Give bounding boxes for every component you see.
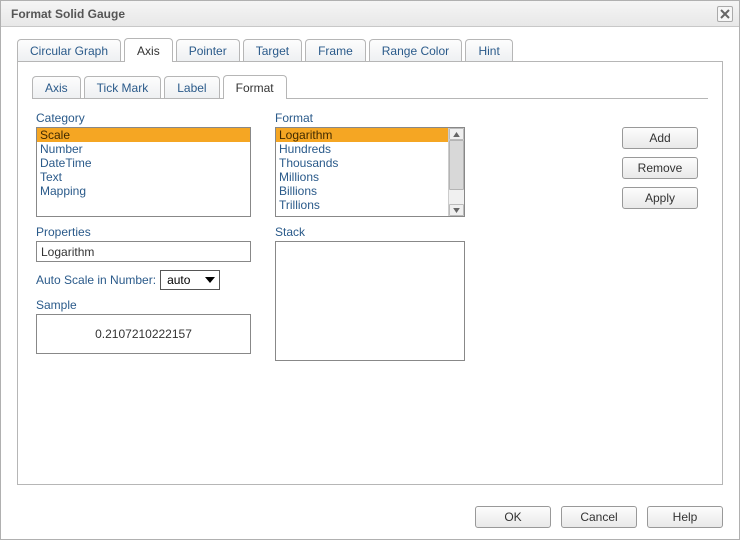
titlebar: Format Solid Gauge (1, 1, 739, 27)
format-item-billions[interactable]: Billions (276, 184, 448, 198)
cancel-button[interactable]: Cancel (561, 506, 637, 528)
category-item-datetime[interactable]: DateTime (37, 156, 250, 170)
format-item-thousands[interactable]: Thousands (276, 156, 448, 170)
category-listbox[interactable]: ScaleNumberDateTimeTextMapping (36, 127, 251, 217)
dialog-body: Circular GraphAxisPointerTargetFrameRang… (1, 27, 739, 495)
apply-button[interactable]: Apply (622, 187, 698, 209)
ok-button[interactable]: OK (475, 506, 551, 528)
format-item-trillions[interactable]: Trillions (276, 198, 448, 212)
tab-range-color[interactable]: Range Color (369, 39, 462, 61)
close-button[interactable] (717, 6, 733, 22)
tab-frame[interactable]: Frame (305, 39, 366, 61)
tab-target[interactable]: Target (243, 39, 302, 61)
scroll-up-button[interactable] (449, 128, 464, 140)
chevron-up-icon (453, 132, 460, 137)
format-item-logarithm[interactable]: Logarithm (276, 128, 448, 142)
chevron-down-icon (453, 208, 460, 213)
column-middle: Format LogarithmHundredsThousandsMillion… (275, 111, 465, 466)
category-item-number[interactable]: Number (37, 142, 250, 156)
stack-label: Stack (275, 225, 465, 239)
tab-circular-graph[interactable]: Circular Graph (17, 39, 121, 61)
format-item-millions[interactable]: Millions (276, 170, 448, 184)
dialog-footer: OK Cancel Help (1, 495, 739, 539)
close-icon (720, 9, 730, 19)
subtab-label[interactable]: Label (164, 76, 219, 98)
category-item-mapping[interactable]: Mapping (37, 184, 250, 198)
column-left: Category ScaleNumberDateTimeTextMapping … (36, 111, 251, 466)
properties-label: Properties (36, 225, 251, 239)
format-list-scrollbar[interactable] (448, 128, 464, 216)
remove-button[interactable]: Remove (622, 157, 698, 179)
subtab-tick-mark[interactable]: Tick Mark (84, 76, 162, 98)
scroll-down-button[interactable] (449, 204, 464, 216)
sample-label: Sample (36, 298, 251, 312)
scroll-thumb[interactable] (449, 140, 464, 190)
dialog: Format Solid Gauge Circular GraphAxisPoi… (0, 0, 740, 540)
column-right: Add Remove Apply (489, 111, 704, 466)
sample-value: 0.2107210222157 (95, 327, 192, 341)
tab-pointer[interactable]: Pointer (176, 39, 240, 61)
dialog-title: Format Solid Gauge (11, 7, 125, 21)
help-button[interactable]: Help (647, 506, 723, 528)
auto-scale-value: auto (167, 273, 190, 287)
category-label: Category (36, 111, 251, 125)
format-listbox[interactable]: LogarithmHundredsThousandsMillionsBillio… (275, 127, 465, 217)
auto-scale-select[interactable]: auto (160, 270, 220, 290)
axis-sub-tab-row: AxisTick MarkLabelFormat (32, 74, 708, 99)
properties-input[interactable] (36, 241, 251, 262)
format-label: Format (275, 111, 465, 125)
add-button[interactable]: Add (622, 127, 698, 149)
subtab-axis[interactable]: Axis (32, 76, 81, 98)
scroll-track[interactable] (449, 140, 464, 204)
category-item-text[interactable]: Text (37, 170, 250, 184)
tab-hint[interactable]: Hint (465, 39, 513, 61)
stack-listbox[interactable] (275, 241, 465, 361)
sample-box: 0.2107210222157 (36, 314, 251, 354)
tab-axis[interactable]: Axis (124, 38, 173, 62)
auto-scale-label: Auto Scale in Number: (36, 273, 156, 287)
axis-tab-content: AxisTick MarkLabelFormat Category ScaleN… (17, 62, 723, 485)
format-item-hundreds[interactable]: Hundreds (276, 142, 448, 156)
category-item-scale[interactable]: Scale (37, 128, 250, 142)
subtab-format[interactable]: Format (223, 75, 287, 99)
main-tab-row: Circular GraphAxisPointerTargetFrameRang… (17, 37, 723, 62)
format-tab-content: Category ScaleNumberDateTimeTextMapping … (32, 99, 708, 470)
